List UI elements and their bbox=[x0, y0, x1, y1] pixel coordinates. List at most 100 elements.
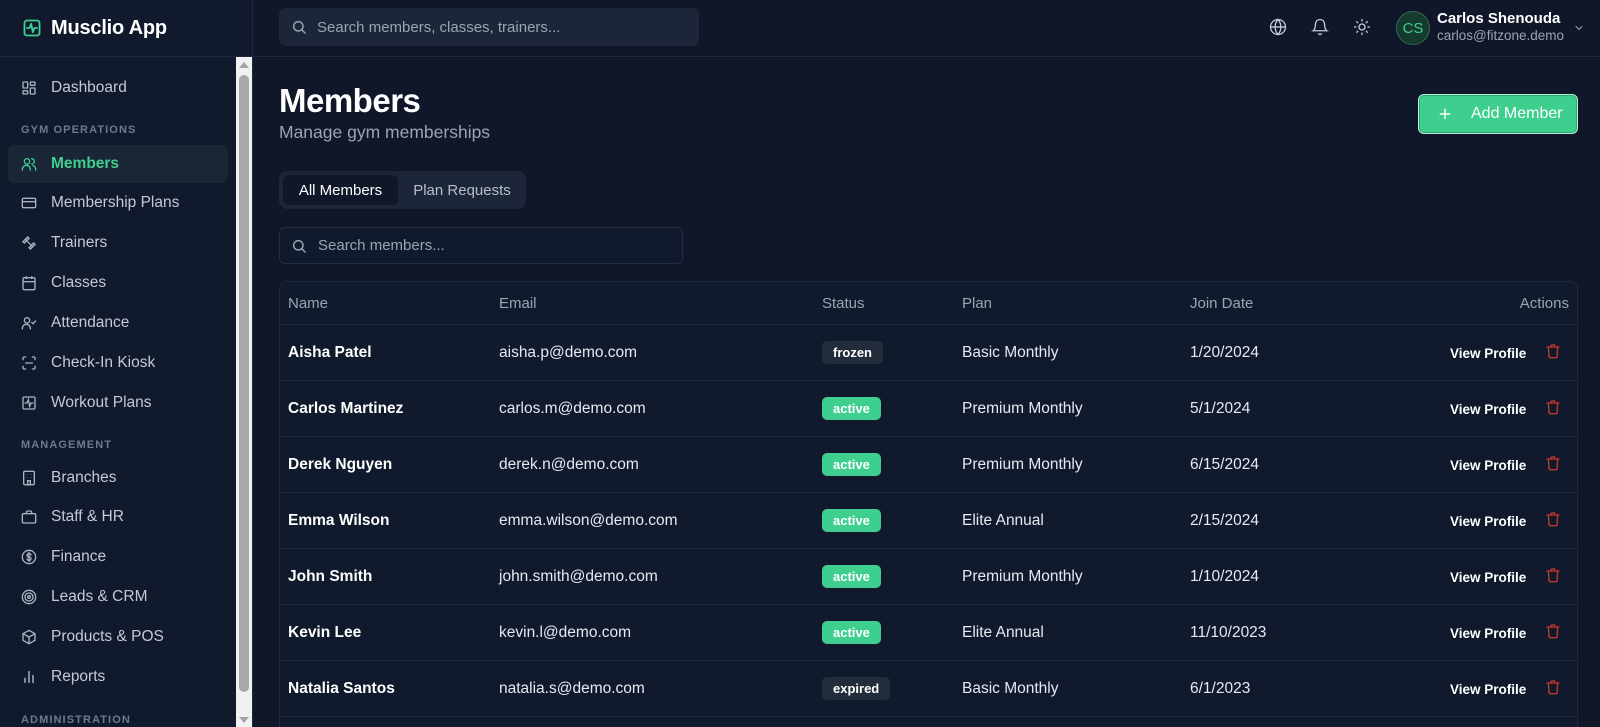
dumbbell-icon bbox=[21, 235, 37, 251]
view-profile-button[interactable]: View Profile bbox=[1450, 402, 1526, 417]
member-plan: Basic Monthly bbox=[962, 680, 1059, 697]
sidebar-item-label: Finance bbox=[51, 548, 107, 565]
credit-card-icon bbox=[21, 195, 37, 211]
member-name: Natalia Santos bbox=[288, 680, 395, 697]
view-profile-button[interactable]: View Profile bbox=[1450, 682, 1526, 697]
column-header-actions: Actions bbox=[1519, 295, 1569, 312]
user-check-icon bbox=[21, 315, 37, 331]
scroll-down-arrow-icon[interactable] bbox=[239, 717, 249, 723]
sidebar-scrollbar[interactable] bbox=[236, 57, 252, 727]
member-plan: Premium Monthly bbox=[962, 400, 1083, 417]
activity-icon bbox=[21, 395, 37, 411]
member-join-date: 1/10/2024 bbox=[1190, 568, 1259, 585]
status-badge: active bbox=[822, 453, 881, 476]
add-member-button[interactable]: Add Member bbox=[1418, 94, 1578, 134]
member-join-date: 1/20/2024 bbox=[1190, 344, 1259, 361]
sidebar-item-trainers[interactable]: Trainers bbox=[8, 224, 228, 262]
member-email: carlos.m@demo.com bbox=[499, 400, 646, 417]
member-name: Carlos Martinez bbox=[288, 400, 404, 417]
member-join-date: 6/1/2023 bbox=[1190, 680, 1251, 697]
sun-icon[interactable] bbox=[1353, 18, 1371, 36]
bell-icon[interactable] bbox=[1311, 18, 1329, 36]
building-icon bbox=[21, 470, 37, 486]
sidebar-item-workout-plans[interactable]: Workout Plans bbox=[8, 384, 228, 422]
member-plan: Basic Monthly bbox=[962, 344, 1059, 361]
sidebar-item-products-pos[interactable]: Products & POS bbox=[8, 618, 228, 656]
globe-icon[interactable] bbox=[1269, 18, 1287, 36]
member-plan: Premium Monthly bbox=[962, 456, 1083, 473]
chevron-down-icon[interactable] bbox=[1573, 22, 1585, 34]
sidebar-item-label: Check-In Kiosk bbox=[51, 354, 156, 371]
view-profile-button[interactable]: View Profile bbox=[1450, 570, 1526, 585]
member-name: John Smith bbox=[288, 568, 373, 585]
trash-icon[interactable] bbox=[1545, 454, 1561, 472]
bar-chart-icon bbox=[21, 669, 37, 685]
sidebar-item-members[interactable]: Members bbox=[8, 145, 228, 183]
global-search-input[interactable] bbox=[317, 18, 677, 36]
sidebar-item-label: Members bbox=[51, 155, 120, 172]
dollar-icon bbox=[21, 549, 37, 565]
sidebar-item-finance[interactable]: Finance bbox=[8, 538, 228, 576]
members-table: Name Email Status Plan Join Date Actions… bbox=[279, 281, 1578, 727]
table-row[interactable]: Kevin Lee kevin.l@demo.com active Elite … bbox=[280, 605, 1577, 661]
topbar: CS Carlos Shenouda carlos@fitzone.demo bbox=[253, 0, 1600, 57]
trash-icon[interactable] bbox=[1545, 342, 1561, 360]
table-row[interactable]: Natalia Santos natalia.s@demo.com expire… bbox=[280, 661, 1577, 717]
scrollbar-thumb[interactable] bbox=[239, 75, 249, 692]
view-profile-button[interactable]: View Profile bbox=[1450, 346, 1526, 361]
sidebar-item-reports[interactable]: Reports bbox=[8, 658, 228, 696]
column-header-status[interactable]: Status bbox=[822, 295, 865, 312]
member-name: Kevin Lee bbox=[288, 624, 362, 641]
sidebar-item-membership-plans[interactable]: Membership Plans bbox=[8, 184, 228, 222]
table-row[interactable]: Emma Wilson emma.wilson@demo.com active … bbox=[280, 493, 1577, 549]
plus-icon bbox=[1437, 106, 1453, 122]
status-badge: active bbox=[822, 621, 881, 644]
sidebar-item-label: Products & POS bbox=[51, 628, 164, 645]
section-gym-operations: GYM OPERATIONS bbox=[21, 124, 137, 136]
scroll-up-arrow-icon[interactable] bbox=[239, 62, 249, 68]
member-search-input[interactable] bbox=[318, 237, 658, 254]
sidebar-item-dashboard[interactable]: Dashboard bbox=[8, 69, 228, 107]
tab-all-members[interactable]: All Members bbox=[283, 175, 398, 205]
sidebar-item-label: Trainers bbox=[51, 234, 108, 251]
view-profile-button[interactable]: View Profile bbox=[1450, 514, 1526, 529]
view-profile-button[interactable]: View Profile bbox=[1450, 626, 1526, 641]
dashboard-icon bbox=[21, 80, 37, 96]
sidebar-item-classes[interactable]: Classes bbox=[8, 264, 228, 302]
column-header-name[interactable]: Name bbox=[288, 295, 328, 312]
calendar-icon bbox=[21, 275, 37, 291]
sidebar-item-label: Dashboard bbox=[51, 79, 127, 96]
sidebar-item-label: Branches bbox=[51, 469, 117, 486]
sidebar-item-branches[interactable]: Branches bbox=[8, 459, 228, 497]
table-row[interactable]: Derek Nguyen derek.n@demo.com active Pre… bbox=[280, 437, 1577, 493]
status-badge: active bbox=[822, 565, 881, 588]
member-search[interactable] bbox=[279, 227, 683, 264]
member-plan: Premium Monthly bbox=[962, 568, 1083, 585]
global-search[interactable] bbox=[279, 8, 699, 46]
column-header-email[interactable]: Email bbox=[499, 295, 537, 312]
brand[interactable]: Musclio App bbox=[0, 0, 252, 57]
sidebar-item-check-in-kiosk[interactable]: Check-In Kiosk bbox=[8, 344, 228, 382]
member-join-date: 2/15/2024 bbox=[1190, 512, 1259, 529]
sidebar-item-attendance[interactable]: Attendance bbox=[8, 304, 228, 342]
trash-icon[interactable] bbox=[1545, 566, 1561, 584]
sidebar-item-staff-hr[interactable]: Staff & HR bbox=[8, 498, 228, 536]
trash-icon[interactable] bbox=[1545, 622, 1561, 640]
sidebar-item-leads-crm[interactable]: Leads & CRM bbox=[8, 578, 228, 616]
member-join-date: 5/1/2024 bbox=[1190, 400, 1251, 417]
member-join-date: 6/15/2024 bbox=[1190, 456, 1259, 473]
column-header-join-date[interactable]: Join Date bbox=[1190, 295, 1253, 312]
trash-icon[interactable] bbox=[1545, 678, 1561, 696]
user-name[interactable]: Carlos Shenouda bbox=[1437, 10, 1560, 27]
sidebar-item-label: Attendance bbox=[51, 314, 130, 331]
table-row[interactable]: John Smith john.smith@demo.com active Pr… bbox=[280, 549, 1577, 605]
trash-icon[interactable] bbox=[1545, 510, 1561, 528]
avatar[interactable]: CS bbox=[1396, 11, 1430, 45]
trash-icon[interactable] bbox=[1545, 398, 1561, 416]
view-profile-button[interactable]: View Profile bbox=[1450, 458, 1526, 473]
tab-plan-requests[interactable]: Plan Requests bbox=[402, 175, 522, 205]
table-row[interactable]: Carlos Martinez carlos.m@demo.com active… bbox=[280, 381, 1577, 437]
member-name: Aisha Patel bbox=[288, 344, 372, 361]
column-header-plan[interactable]: Plan bbox=[962, 295, 992, 312]
table-row[interactable]: Aisha Patel aisha.p@demo.com frozen Basi… bbox=[280, 325, 1577, 381]
